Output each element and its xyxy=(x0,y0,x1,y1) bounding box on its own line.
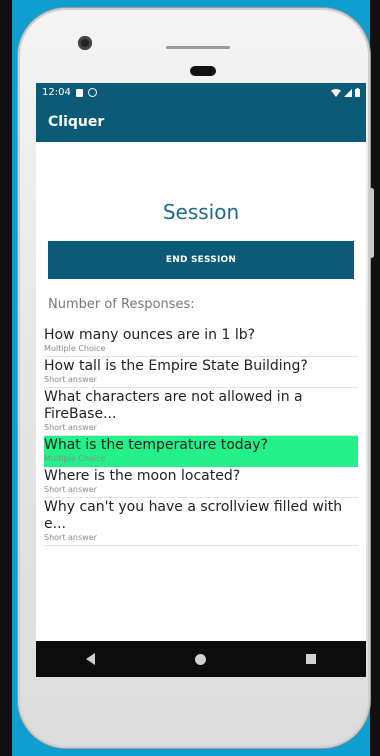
status-right xyxy=(331,88,360,97)
question-item[interactable]: Where is the moon located? Short answer xyxy=(44,467,358,498)
stage-edge-left xyxy=(0,0,12,756)
proximity-sensor xyxy=(190,66,216,76)
question-type: Short answer xyxy=(44,423,97,432)
question-text: How tall is the Empire State Building? xyxy=(44,358,308,374)
question-text: What is the temperature today? xyxy=(44,437,268,453)
app-title: Cliquer xyxy=(48,114,105,130)
power-button xyxy=(369,188,374,258)
question-text: How many ounces are in 1 lb? xyxy=(44,327,256,343)
home-icon[interactable] xyxy=(195,653,206,665)
question-text: Why can't you have a scrollview filled w… xyxy=(44,499,343,532)
data-saver-icon xyxy=(87,88,97,97)
app-bar: Cliquer xyxy=(36,102,366,142)
wifi-icon xyxy=(331,88,341,97)
signal-icon xyxy=(344,88,352,97)
stage-edge-right xyxy=(370,0,380,756)
question-item[interactable]: How many ounces are in 1 lb? Multiple Ch… xyxy=(44,326,358,357)
status-time: 12:04 xyxy=(42,87,71,98)
question-item[interactable]: What characters are not allowed in a Fir… xyxy=(44,388,358,436)
question-item[interactable]: Why can't you have a scrollview filled w… xyxy=(44,498,358,546)
question-type: Short answer xyxy=(44,485,97,494)
question-list: How many ounces are in 1 lb? Multiple Ch… xyxy=(36,326,366,546)
question-type: Short answer xyxy=(44,533,97,542)
question-item-selected[interactable]: What is the temperature today? Multiple … xyxy=(44,436,358,467)
status-bar: 12:04 xyxy=(36,83,366,102)
earpiece-speaker xyxy=(166,46,230,49)
question-type: Short answer xyxy=(44,375,97,384)
back-icon[interactable] xyxy=(86,653,95,665)
status-left: 12:04 xyxy=(42,87,97,98)
question-type: Multiple Choice xyxy=(44,454,106,463)
question-text: Where is the moon located? xyxy=(44,468,241,484)
screen: 12:04 Cliquer Session END SESSION Number… xyxy=(36,83,366,677)
end-session-button[interactable]: END SESSION xyxy=(48,241,354,279)
question-item[interactable]: How tall is the Empire State Building? S… xyxy=(44,357,358,388)
question-text: What characters are not allowed in a Fir… xyxy=(44,389,303,422)
recents-icon[interactable] xyxy=(306,654,316,664)
sim-icon xyxy=(75,88,83,97)
responses-count-label: Number of Responses: xyxy=(48,297,195,312)
question-type: Multiple Choice xyxy=(44,344,106,353)
front-camera xyxy=(78,36,92,50)
page-title: Session xyxy=(162,200,240,224)
phone-frame: 12:04 Cliquer Session END SESSION Number… xyxy=(18,8,374,748)
battery-icon xyxy=(355,88,360,97)
navigation-bar xyxy=(36,641,366,677)
